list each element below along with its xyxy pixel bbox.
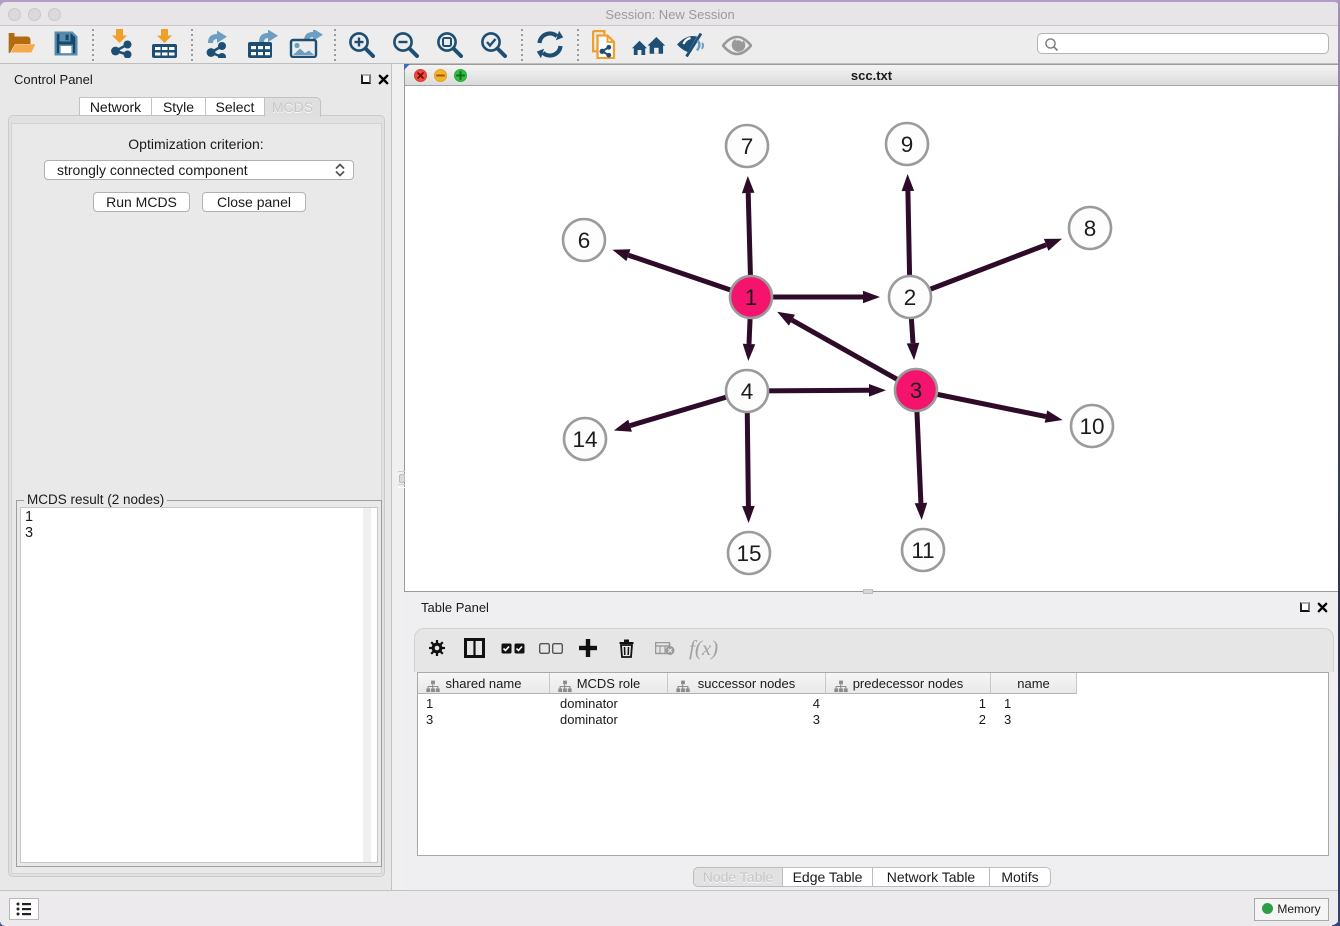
svg-text:10: 10 [1079,414,1104,439]
svg-text:9: 9 [901,132,914,157]
svg-text:4: 4 [741,379,754,404]
svg-text:2: 2 [904,285,917,310]
svg-text:15: 15 [736,541,761,566]
svg-text:14: 14 [572,427,597,452]
svg-text:7: 7 [741,134,754,159]
svg-text:3: 3 [910,378,923,403]
svg-text:11: 11 [911,538,934,563]
svg-text:6: 6 [578,228,591,253]
svg-text:1: 1 [745,285,758,310]
svg-text:8: 8 [1084,216,1097,241]
